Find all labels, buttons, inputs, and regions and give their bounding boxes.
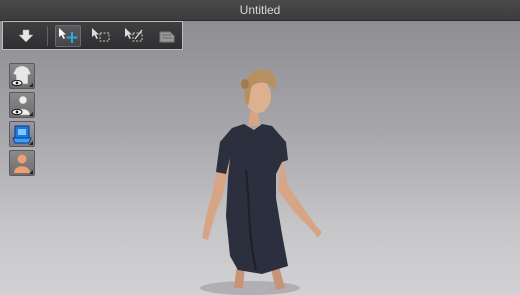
window-title-bar: Untitled xyxy=(0,0,520,21)
show-garment-button[interactable] xyxy=(9,63,35,89)
avatar-hair-bun xyxy=(241,79,249,89)
viewport-toolbar xyxy=(2,21,183,50)
show-avatar-button[interactable] xyxy=(9,92,35,118)
show-avatar-icon xyxy=(11,95,31,116)
avatar-neck xyxy=(248,112,260,126)
camera-button[interactable] xyxy=(154,25,180,47)
texture-view-button[interactable] xyxy=(9,121,35,147)
down-arrow-button[interactable] xyxy=(13,25,39,47)
select-move-button[interactable] xyxy=(55,25,81,47)
rect-select-icon xyxy=(92,28,110,42)
rect-select-button[interactable] xyxy=(88,25,114,47)
down-arrow-icon xyxy=(18,29,34,43)
texture-view-icon xyxy=(12,125,32,144)
show-garment-icon xyxy=(11,65,32,87)
left-toolbar xyxy=(9,63,37,179)
3d-viewport[interactable] xyxy=(0,21,520,295)
avatar-arm-right xyxy=(278,156,322,238)
avatar-model[interactable] xyxy=(190,66,340,295)
resize-select-button[interactable] xyxy=(121,25,147,47)
avatar-skin-button[interactable] xyxy=(9,150,35,176)
resize-select-icon xyxy=(125,28,143,42)
avatar-skin-icon xyxy=(14,154,30,173)
camera-icon xyxy=(159,31,175,43)
window-title: Untitled xyxy=(239,3,281,17)
select-move-icon xyxy=(59,28,78,43)
toolbar-separator xyxy=(47,26,48,46)
